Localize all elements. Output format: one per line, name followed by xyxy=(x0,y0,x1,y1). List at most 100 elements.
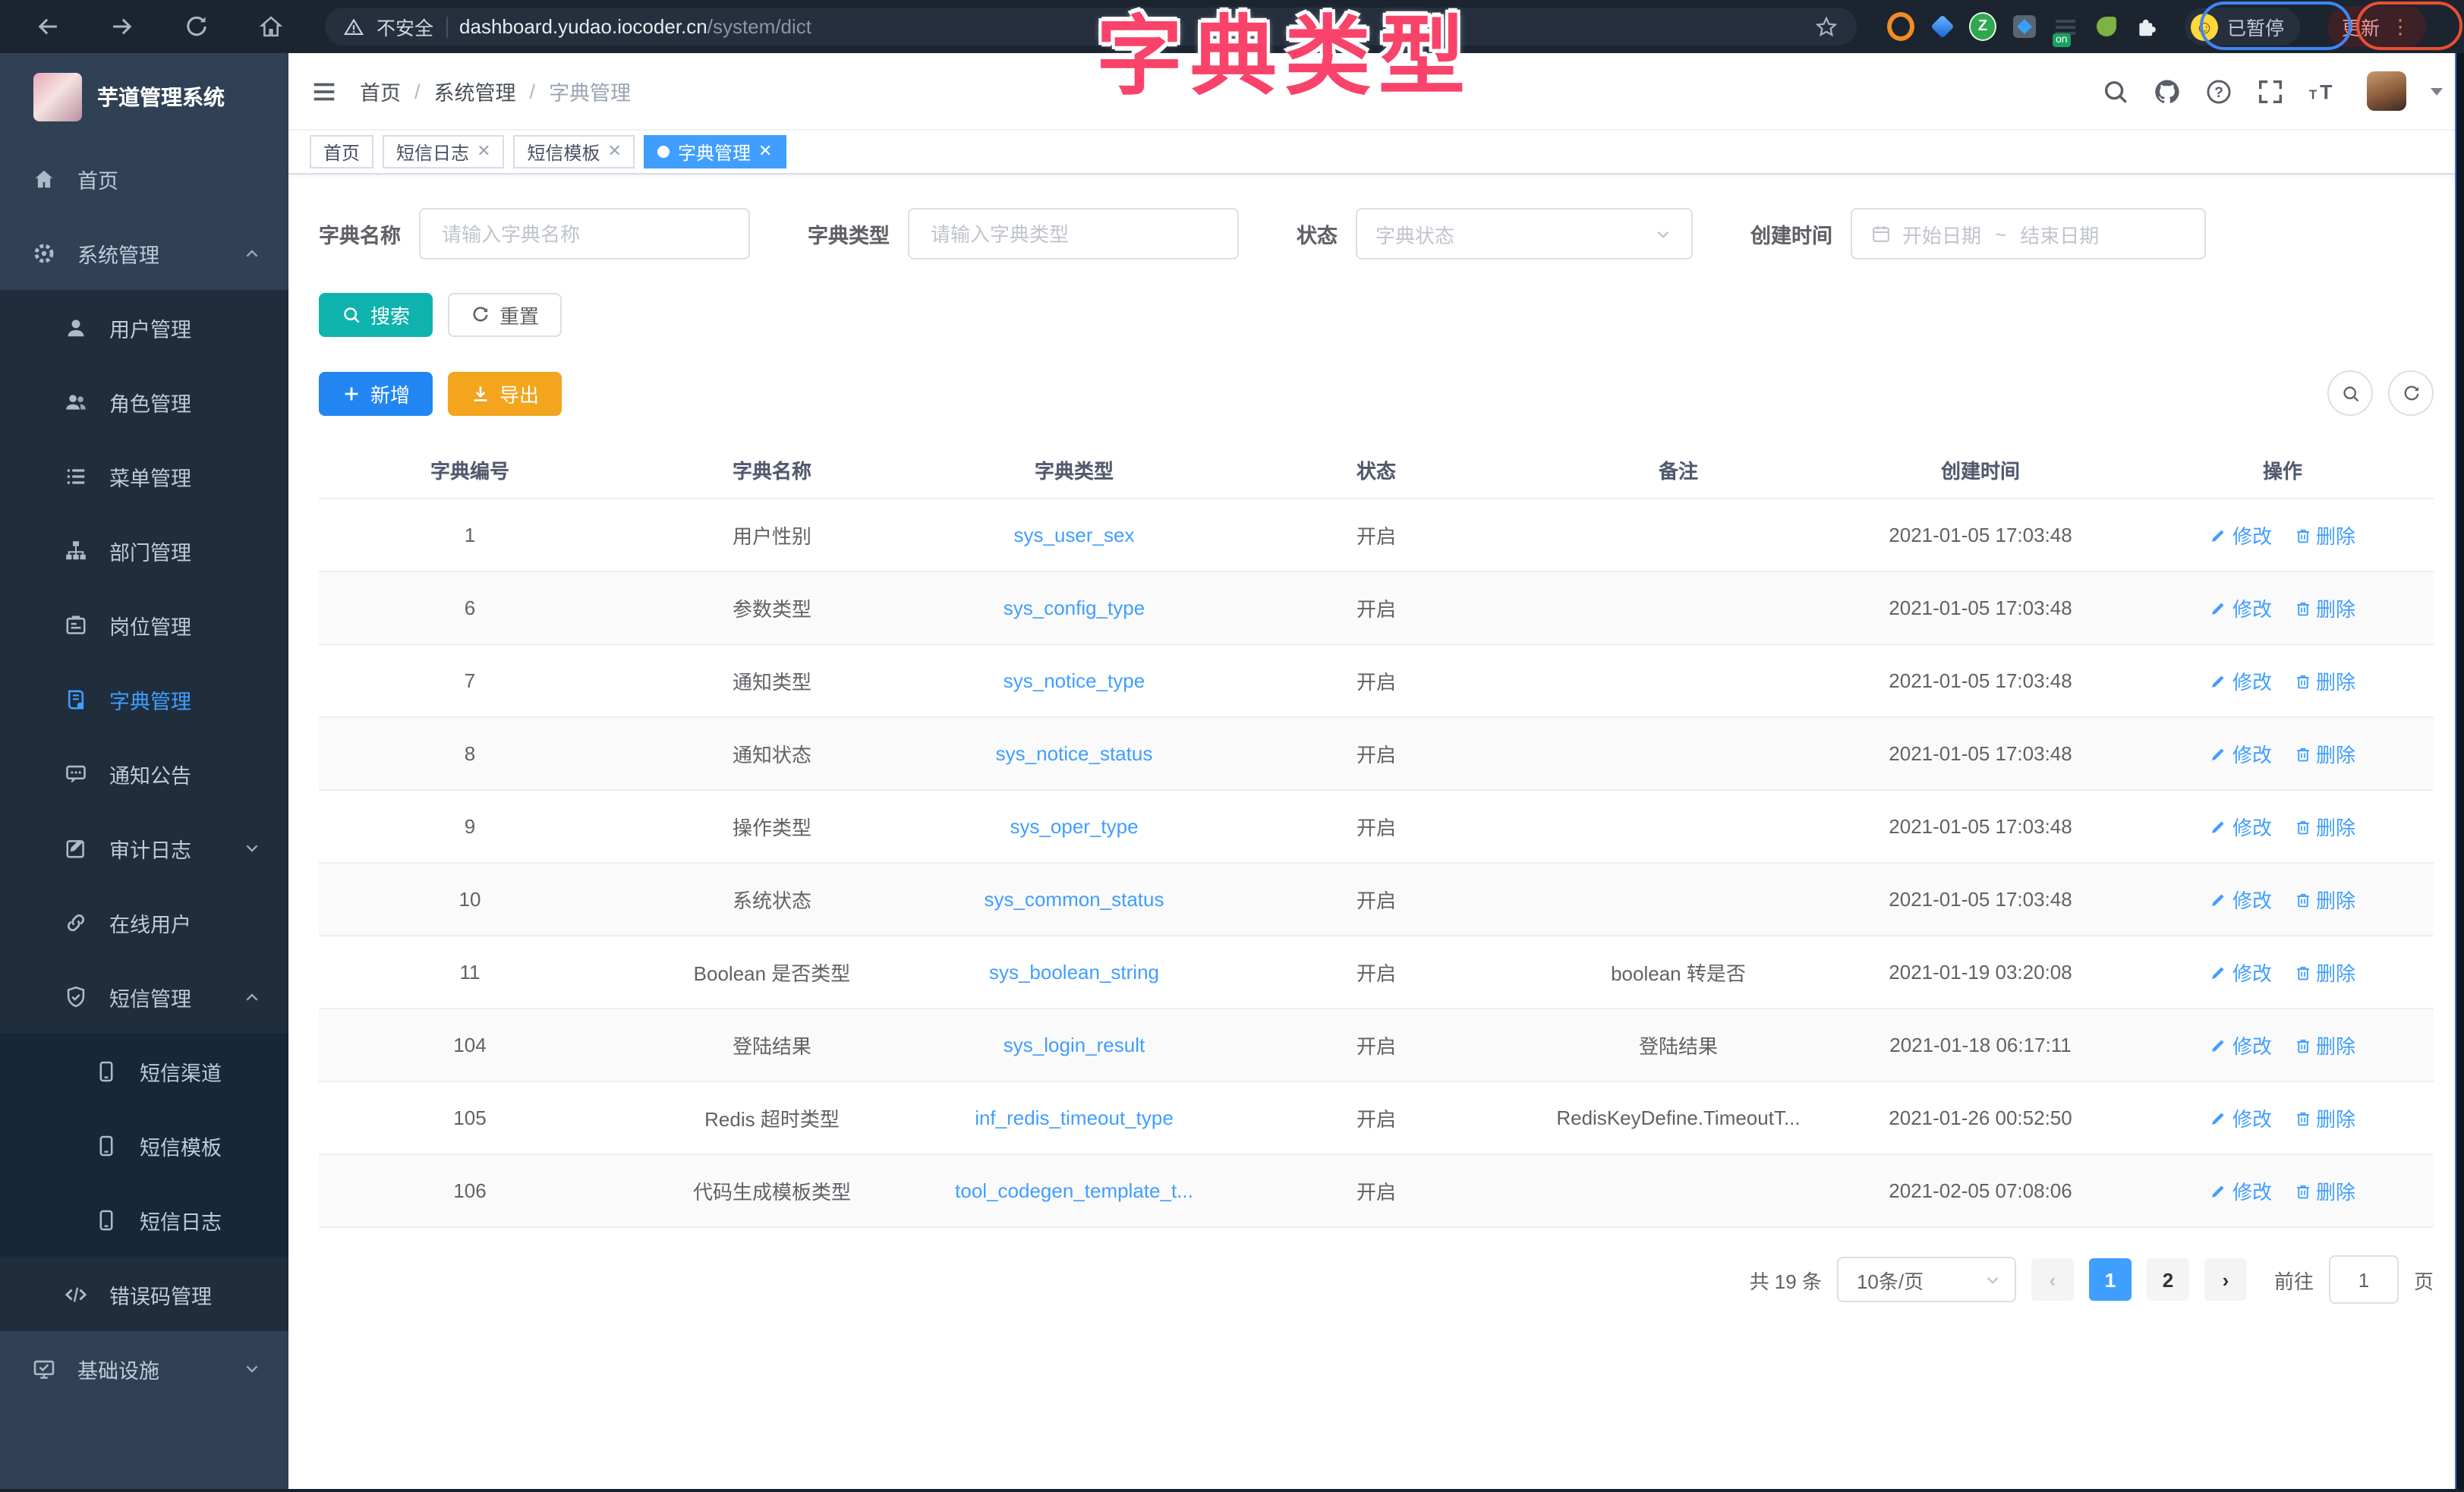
list-extension-icon[interactable]: on xyxy=(2051,13,2078,40)
date-range-picker[interactable]: 开始日期 ~ 结束日期 xyxy=(1851,208,2206,260)
edit-link[interactable]: 修改 xyxy=(2210,1103,2272,1132)
github-icon[interactable] xyxy=(2148,72,2186,110)
delete-link[interactable]: 删除 xyxy=(2293,739,2355,768)
edit-link[interactable]: 修改 xyxy=(2210,739,2272,768)
profile-paused-badge[interactable]: ☺ 已暂停 xyxy=(2185,8,2299,46)
sidebar-item-home[interactable]: 首页 xyxy=(0,141,288,216)
sidebar-item-infrastructure[interactable]: 基础设施 xyxy=(0,1331,288,1405)
close-icon[interactable]: ✕ xyxy=(758,143,772,160)
address-bar[interactable]: 不安全 dashboard.yudao.iocoder.cn/system/di… xyxy=(325,8,1857,46)
sidebar-item-menu-management[interactable]: 菜单管理 xyxy=(0,439,288,513)
delete-link[interactable]: 删除 xyxy=(2293,666,2355,695)
dict-type-link[interactable]: inf_redis_timeout_type xyxy=(975,1106,1174,1129)
url-text[interactable]: dashboard.yudao.iocoder.cn/system/dict xyxy=(459,15,811,38)
toggle-search-button[interactable] xyxy=(2327,370,2373,416)
browser-update-button[interactable]: 更新 ⋮ xyxy=(2327,6,2425,47)
sidebar-item-notice[interactable]: 通知公告 xyxy=(0,736,288,811)
diamond-tool-extension-icon[interactable] xyxy=(2010,13,2037,40)
dict-type-input[interactable] xyxy=(928,221,1219,247)
delete-link[interactable]: 删除 xyxy=(2293,521,2355,549)
tab-dict-management[interactable]: 字典管理✕ xyxy=(644,135,786,168)
reset-button[interactable]: 重置 xyxy=(448,293,562,337)
dict-type-link[interactable]: sys_boolean_string xyxy=(989,961,1159,984)
help-icon[interactable]: ? xyxy=(2200,72,2238,110)
breadcrumb-system[interactable]: 系统管理 xyxy=(434,76,516,106)
edit-link[interactable]: 修改 xyxy=(2210,521,2272,549)
dict-type-link[interactable]: sys_user_sex xyxy=(1014,524,1135,546)
tab-sms-log[interactable]: 短信日志✕ xyxy=(383,135,504,168)
edit-link[interactable]: 修改 xyxy=(2210,958,2272,987)
dict-name-input[interactable] xyxy=(439,221,730,247)
bookmark-star-icon[interactable] xyxy=(1814,14,1839,39)
green-sprout-extension-icon[interactable] xyxy=(2092,13,2119,40)
next-page-button[interactable]: › xyxy=(2204,1258,2247,1301)
user-avatar[interactable] xyxy=(2367,71,2406,111)
hamburger-icon[interactable] xyxy=(310,77,339,105)
sidebar-item-online-users[interactable]: 在线用户 xyxy=(0,885,288,959)
green-circle-extension-icon[interactable]: Z xyxy=(1969,13,1996,40)
export-button[interactable]: 导出 xyxy=(448,371,562,415)
puzzle-extension-icon[interactable] xyxy=(2133,13,2160,40)
delete-link[interactable]: 删除 xyxy=(2293,885,2355,914)
breadcrumb-home[interactable]: 首页 xyxy=(360,76,401,106)
dict-type-link[interactable]: sys_notice_type xyxy=(1004,669,1145,692)
delete-link[interactable]: 删除 xyxy=(2293,1031,2355,1059)
sidebar-item-dept-management[interactable]: 部门管理 xyxy=(0,513,288,587)
dict-type-link[interactable]: sys_notice_status xyxy=(996,742,1153,765)
browser-reload-icon[interactable] xyxy=(184,14,210,39)
sidebar-item-error-code-management[interactable]: 错误码管理 xyxy=(0,1257,288,1331)
delete-link[interactable]: 删除 xyxy=(2293,1103,2355,1132)
sidebar-item-sms-management[interactable]: 短信管理 xyxy=(0,959,288,1034)
page-size-select[interactable]: 10条/页 xyxy=(1837,1257,2016,1302)
search-button[interactable]: 搜索 xyxy=(319,293,433,337)
browser-home-icon[interactable] xyxy=(258,14,284,39)
font-size-icon[interactable]: TT xyxy=(2303,72,2341,110)
delete-link[interactable]: 删除 xyxy=(2293,1176,2355,1205)
delete-link[interactable]: 删除 xyxy=(2293,958,2355,987)
page-button-1[interactable]: 1 xyxy=(2089,1258,2132,1301)
blue-gem-extension-icon[interactable] xyxy=(1928,13,1955,40)
edit-link[interactable]: 修改 xyxy=(2210,812,2272,841)
sidebar-item-role-management[interactable]: 角色管理 xyxy=(0,364,288,439)
fullscreen-icon[interactable] xyxy=(2251,72,2289,110)
chevron-down-icon[interactable] xyxy=(2431,87,2443,95)
page-button-2[interactable]: 2 xyxy=(2147,1258,2189,1301)
sidebar-item-sms-channel[interactable]: 短信渠道 xyxy=(0,1034,288,1108)
delete-link[interactable]: 删除 xyxy=(2293,593,2355,622)
dict-type-link[interactable]: sys_common_status xyxy=(985,888,1164,911)
edit-link[interactable]: 修改 xyxy=(2210,666,2272,695)
browser-forward-icon[interactable] xyxy=(109,14,135,39)
close-icon[interactable]: ✕ xyxy=(477,143,490,160)
refresh-table-button[interactable] xyxy=(2388,370,2434,416)
prev-page-button[interactable]: ‹ xyxy=(2031,1258,2074,1301)
sidebar-item-sms-log[interactable]: 短信日志 xyxy=(0,1182,288,1257)
sidebar-item-audit-log[interactable]: 审计日志 xyxy=(0,811,288,885)
sidebar-item-sms-template[interactable]: 短信模板 xyxy=(0,1108,288,1182)
dict-type-link[interactable]: tool_codegen_template_t... xyxy=(955,1179,1193,1202)
goto-page-input[interactable] xyxy=(2329,1255,2399,1304)
status-select[interactable]: 字典状态 xyxy=(1356,208,1693,260)
sidebar-item-user-management[interactable]: 用户管理 xyxy=(0,290,288,364)
browser-back-icon[interactable] xyxy=(35,14,61,39)
dict-type-link[interactable]: sys_config_type xyxy=(1004,596,1145,619)
dict-type-link[interactable]: sys_oper_type xyxy=(1010,815,1138,838)
security-label[interactable]: 不安全 xyxy=(377,12,433,41)
sidebar-item-dict-management[interactable]: 字典管理 xyxy=(0,662,288,736)
tab-sms-template[interactable]: 短信模板✕ xyxy=(514,135,635,168)
search-icon[interactable] xyxy=(2097,72,2135,110)
close-icon[interactable]: ✕ xyxy=(608,143,622,160)
app-logo[interactable]: 芋道管理系统 xyxy=(0,53,288,141)
edit-link[interactable]: 修改 xyxy=(2210,1031,2272,1059)
delete-icon xyxy=(2293,1109,2311,1127)
kebab-menu-icon[interactable]: ⋮ xyxy=(2390,19,2410,34)
edit-link[interactable]: 修改 xyxy=(2210,1176,2272,1205)
edit-link[interactable]: 修改 xyxy=(2210,593,2272,622)
edit-link[interactable]: 修改 xyxy=(2210,885,2272,914)
add-button[interactable]: 新增 xyxy=(319,371,433,415)
tab-home[interactable]: 首页 xyxy=(310,135,373,168)
sidebar-item-post-management[interactable]: 岗位管理 xyxy=(0,587,288,662)
sidebar-item-system-management[interactable]: 系统管理 xyxy=(0,216,288,290)
orange-ring-extension-icon[interactable] xyxy=(1887,13,1914,40)
delete-link[interactable]: 删除 xyxy=(2293,812,2355,841)
dict-type-link[interactable]: sys_login_result xyxy=(1004,1034,1145,1056)
